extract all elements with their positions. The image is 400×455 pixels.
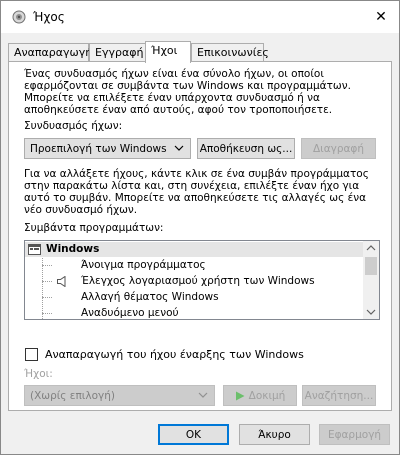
tab-label: Αναπαραγωγή [14,46,93,59]
program-events-label: Συμβάντα προγραμμάτων: [24,222,164,234]
tree-connector [42,313,52,314]
tab-communications[interactable]: Επικοινωνίες [191,43,269,62]
title-bar[interactable]: Ήχος ✕ [1,1,399,33]
tab-label: Ήχοι [151,44,178,57]
list-item-windows[interactable]: Windows [25,242,365,257]
speaker-app-icon [12,10,26,24]
scroll-down-icon[interactable] [366,308,376,316]
tab-recording[interactable]: Εγγραφή [89,43,148,62]
list-item-label: Αλλαγή θέματος Windows [81,291,219,303]
close-button[interactable]: ✕ [363,1,399,33]
close-icon: ✕ [375,9,387,25]
tree-connector [42,297,52,298]
browse-label: Αναζήτηση... [304,389,374,402]
list-item-label: Άνοιγμα προγράμματος [81,259,206,271]
apply-label: Εφαρμογή [327,428,382,441]
tab-label: Εγγραφή [95,46,144,59]
tree-connector [42,265,52,266]
chevron-down-icon [174,145,184,151]
test-button[interactable]: Δοκιμή [223,385,297,406]
sound-dialog: Ήχος ✕ Αναπαραγωγή Εγγραφή Ήχοι Επικοινω… [0,0,400,455]
tab-playback[interactable]: Αναπαραγωγή [8,43,93,62]
list-item-label: Αναδυόμενο μενού [81,307,179,319]
test-label: Δοκιμή [248,389,286,402]
startup-sound-checkbox[interactable] [25,348,38,361]
list-item-uac[interactable]: Έλεγχος λογαριασμού χρήστη των Windows [25,274,365,289]
browse-button[interactable]: Αναζήτηση... [302,385,376,406]
sound-scheme-dropdown[interactable]: Προεπιλογή των Windows [24,138,191,159]
sound-file-dropdown[interactable]: (Χωρίς επιλογή) [24,385,215,406]
tab-label: Επικοινωνίες [197,46,269,59]
sound-scheme-value: Προεπιλογή των Windows [30,142,167,155]
ok-label: OK [185,428,202,441]
list-item-theme-change[interactable]: Αλλαγή θέματος Windows [25,290,365,305]
list-item-popup-menu[interactable]: Αναδυόμενο μενού [25,306,365,319]
delete-button[interactable]: Διαγραφή [301,138,376,159]
sound-file-value: (Χωρίς επιλογή) [30,389,115,402]
windows-folder-icon [28,244,41,255]
events-instructions: Για να αλλάξετε ήχους, κάντε κλικ σε ένα… [24,168,369,216]
scheme-label: Συνδυασμός ήχων: [24,120,123,132]
list-item-label: Windows [46,243,100,255]
sounds-label: Ήχοι: [24,368,53,380]
scheme-description: Ένας συνδυασμός ήχων είναι ένα σύνολο ήχ… [24,68,351,116]
speaker-icon [57,276,66,287]
cancel-button[interactable]: Άκυρο [239,424,310,445]
delete-label: Διαγραφή [312,142,365,155]
cancel-label: Άκυρο [258,428,291,441]
save-as-button[interactable]: Αποθήκευση ως... [197,138,295,159]
scroll-up-icon[interactable] [366,244,376,252]
play-icon [235,391,245,400]
window-title: Ήχος [33,10,65,24]
sounds-panel: Ένας συνδυασμός ήχων είναι ένα σύνολο ήχ… [8,61,392,411]
tab-sounds[interactable]: Ήχοι [145,41,191,63]
ok-button[interactable]: OK [158,424,229,445]
scroll-thumb[interactable] [365,257,377,275]
tree-connector [42,281,52,282]
list-scrollbar[interactable] [363,241,379,319]
chevron-down-icon [198,392,208,398]
list-item-program-open[interactable]: Άνοιγμα προγράμματος [25,258,365,273]
program-events-list[interactable]: Windows Άνοιγμα προγράμματος Έλεγχος λογ… [24,240,380,320]
startup-sound-label[interactable]: Αναπαραγωγή του ήχου έναρξης των Windows [45,348,304,361]
list-item-label: Έλεγχος λογαριασμού χρήστη των Windows [81,275,315,287]
apply-button[interactable]: Εφαρμογή [319,424,390,445]
save-as-label: Αποθήκευση ως... [199,142,293,155]
